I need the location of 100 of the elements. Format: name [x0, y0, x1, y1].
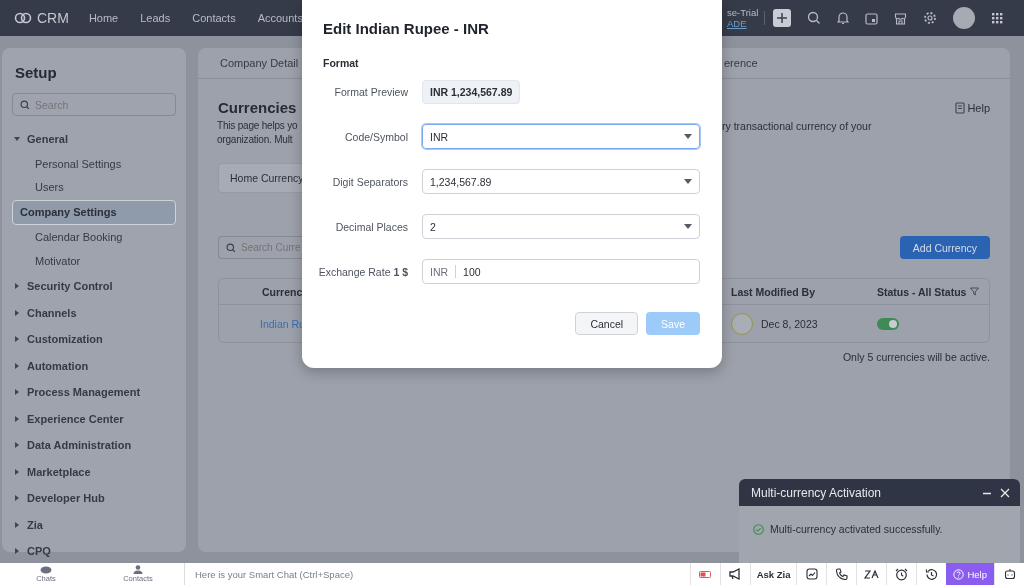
sidebar-group[interactable]: Channels: [12, 299, 176, 326]
user-avatar: [731, 312, 753, 335]
sidebar-item[interactable]: Personal Settings: [12, 152, 176, 175]
caret-icon: [14, 283, 20, 290]
sidebar-item[interactable]: Users: [12, 176, 176, 198]
page-title: Currencies: [218, 99, 297, 116]
sidebar-group-label: Security Control: [27, 280, 113, 293]
sidebar-group-label: Experience Center: [27, 412, 124, 425]
input-field[interactable]: INR 100: [422, 259, 700, 284]
sidebar-group[interactable]: Automation: [12, 352, 176, 379]
close-icon[interactable]: [1000, 487, 1010, 498]
sidebar-item[interactable]: Company Settings: [12, 199, 176, 225]
sidebar-group[interactable]: Security Control: [12, 273, 176, 300]
sidebar-group[interactable]: Developer Hub: [12, 485, 176, 512]
sidebar-group[interactable]: Process Management: [12, 379, 176, 406]
tab[interactable]: Company Detail: [214, 57, 302, 69]
field-label: Exchange Rate 1 $: [317, 265, 408, 278]
tab[interactable]: erence: [722, 57, 990, 69]
chat-bubble-icon: [40, 565, 52, 574]
toggle-icon[interactable]: [699, 570, 712, 578]
field-label: Format Preview: [333, 85, 408, 98]
column-header: Last Modified By: [731, 285, 816, 298]
sidebar-group[interactable]: General: [12, 126, 176, 153]
sidebar-group-label: CPQ: [27, 545, 51, 558]
search-icon: [20, 100, 30, 110]
zia-logo-icon[interactable]: [863, 568, 880, 580]
person-icon: [133, 565, 143, 574]
sidebar-group[interactable]: Data Administration: [12, 432, 176, 459]
sidebar-group-label: Automation: [27, 359, 89, 372]
caret-icon: [14, 468, 20, 475]
dropdown[interactable]: 1,234,567.89: [422, 169, 700, 194]
caret-icon: [14, 495, 20, 502]
nav-tab[interactable]: Home: [88, 12, 119, 24]
store-icon[interactable]: [894, 11, 907, 25]
sidebar-group-label: Customization: [27, 333, 103, 346]
description-text: organization. Mult: [217, 133, 294, 147]
caret-icon: [684, 224, 692, 229]
nav-tab[interactable]: Leads: [140, 12, 171, 24]
home-currency-card: Home Currency: [218, 163, 302, 193]
trial-label: se-Trial: [727, 7, 760, 18]
help-link[interactable]: Help: [955, 101, 990, 114]
add-icon[interactable]: [773, 9, 791, 27]
filter-icon[interactable]: [970, 287, 980, 296]
calendar-icon[interactable]: [865, 11, 878, 25]
dropdown[interactable]: INR: [422, 124, 700, 149]
sidebar-group[interactable]: CPQ: [12, 538, 176, 565]
status-toggle[interactable]: [877, 317, 899, 330]
table-cell: Dec 8, 2023: [761, 317, 818, 330]
column-header: Currenc: [261, 285, 303, 298]
sidebar-group-label: General: [27, 133, 68, 146]
cancel-button[interactable]: Cancel: [575, 312, 639, 335]
sidebar-group[interactable]: Marketplace: [12, 458, 176, 485]
sidebar-group[interactable]: Customization: [12, 326, 176, 353]
caret-icon: [14, 362, 20, 369]
help-button[interactable]: Help: [946, 563, 994, 585]
sidebar-group-label: Zia: [27, 518, 43, 531]
sidebar-group[interactable]: Zia: [12, 511, 176, 538]
caret-icon: [684, 179, 692, 184]
document-icon: [955, 101, 966, 114]
caret-icon: [14, 336, 20, 343]
logo-icon: [14, 12, 32, 24]
alarm-clock-icon[interactable]: [895, 567, 909, 581]
search-icon[interactable]: [807, 11, 821, 25]
column-header[interactable]: Status - All Status: [877, 285, 967, 298]
notification-title: Multi-currency Activation: [751, 485, 882, 500]
nav-tab[interactable]: Accounts: [257, 12, 303, 24]
note-text: Only 5 currencies will be active.: [841, 351, 990, 363]
history-icon[interactable]: [925, 567, 939, 581]
apps-grid-icon[interactable]: [991, 12, 1003, 24]
bell-icon[interactable]: [837, 11, 849, 25]
smart-chat-field[interactable]: Here is your Smart Chat (Ctrl+Space): [195, 568, 690, 580]
bot-icon[interactable]: [1003, 568, 1016, 580]
notification-message: Multi-currency activated successfully.: [770, 523, 943, 535]
dropdown[interactable]: 2: [422, 214, 700, 239]
chart-icon[interactable]: [805, 568, 818, 580]
check-circle-icon: [753, 523, 764, 535]
nav-tab[interactable]: Contacts: [192, 12, 236, 24]
phone-icon[interactable]: [835, 568, 848, 580]
sidebar-group-label: Marketplace: [27, 465, 91, 478]
megaphone-icon[interactable]: [728, 568, 742, 580]
search-icon: [226, 243, 236, 253]
caret-icon: [14, 521, 20, 528]
add-currency-button[interactable]: Add Currency: [899, 236, 990, 259]
sidebar-group-label: Data Administration: [27, 439, 132, 452]
dialog-title: Edit Indian Rupee - INR: [323, 20, 490, 37]
sidebar-title: Setup: [15, 64, 58, 81]
caret-icon: [14, 548, 20, 555]
upgrade-link[interactable]: ADE: [727, 18, 764, 29]
caret-icon: [14, 136, 20, 143]
sidebar-group[interactable]: Experience Center: [12, 405, 176, 432]
sidebar-group-label: Process Management: [27, 386, 141, 399]
user-avatar[interactable]: [953, 7, 975, 29]
sidebar-item[interactable]: Motivator: [12, 249, 176, 272]
caret-icon: [14, 415, 20, 422]
caret-icon: [14, 309, 20, 316]
field-label: Decimal Places: [334, 220, 408, 233]
sidebar-item[interactable]: Calendar Booking: [12, 226, 176, 248]
settings-icon[interactable]: [923, 11, 937, 25]
sidebar-group-label: Developer Hub: [27, 492, 105, 505]
help-icon: [953, 568, 965, 580]
